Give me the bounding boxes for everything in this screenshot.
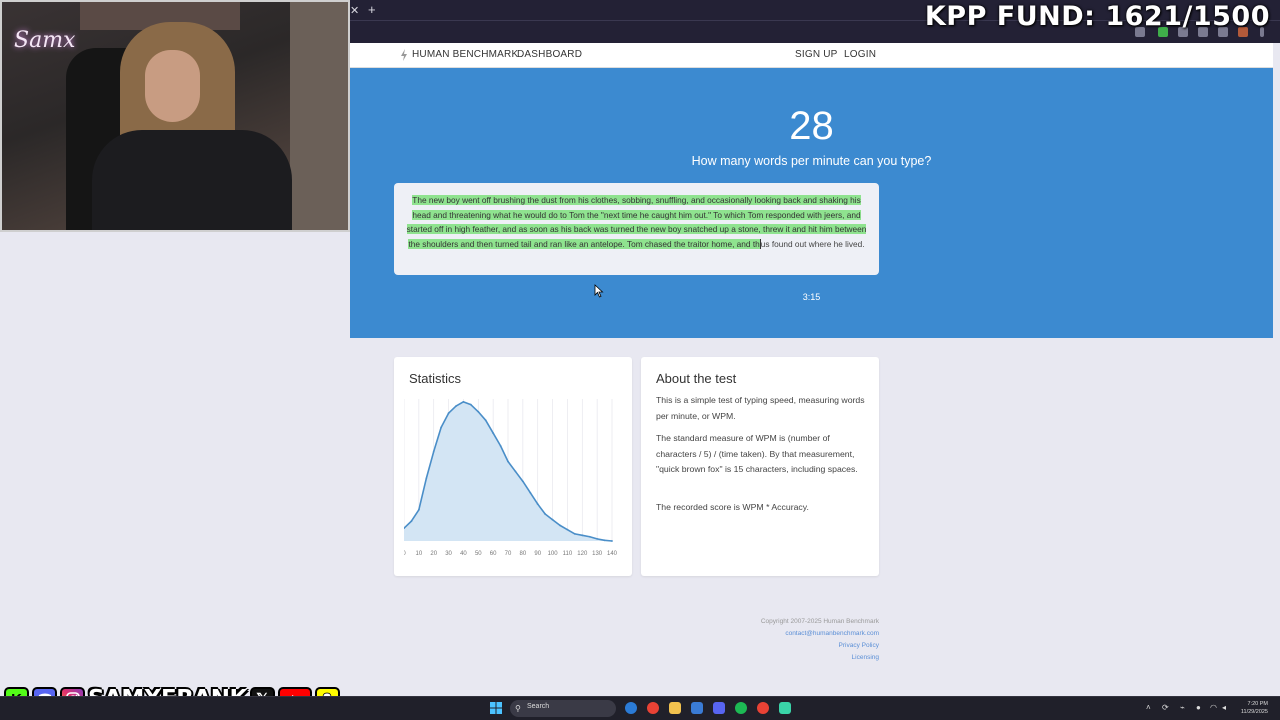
footer: Copyright 2007-2025 Human Benchmark cont… xyxy=(680,616,879,664)
chrome-icon[interactable] xyxy=(757,702,769,714)
x-tick-label: 60 xyxy=(490,551,497,557)
licensing-link[interactable]: Licensing xyxy=(680,652,879,664)
data-point xyxy=(499,444,502,447)
about-paragraph: This is a simple test of typing speed, m… xyxy=(656,395,865,421)
x-tick-label: 120 xyxy=(577,551,588,557)
wpm-score: 28 xyxy=(789,104,834,148)
data-point xyxy=(440,426,443,429)
about-paragraph: The standard measure of WPM is (number o… xyxy=(656,433,858,474)
data-point xyxy=(551,518,554,521)
remaining-text: us found out where he lived. xyxy=(760,238,865,249)
network-icon[interactable]: ⌁ xyxy=(1180,703,1185,712)
file-explorer-icon[interactable] xyxy=(669,702,681,714)
data-point xyxy=(514,470,517,473)
data-point xyxy=(447,412,450,415)
x-tick-label: 20 xyxy=(430,551,437,557)
data-point xyxy=(484,419,487,422)
data-point xyxy=(559,524,561,527)
data-point xyxy=(432,450,435,453)
sync-icon[interactable]: ⟳ xyxy=(1162,703,1169,712)
mouse-cursor-icon xyxy=(594,284,604,298)
data-point xyxy=(588,535,591,538)
lightning-bolt-icon xyxy=(401,49,407,61)
typing-test-area: 28 How many words per minute can you typ… xyxy=(350,68,1273,338)
about-title: About the test xyxy=(656,371,737,386)
brand-link[interactable]: HUMAN BENCHMARK xyxy=(412,49,518,60)
statistics-card: Statistics 0 10 20 30 40 50 60 70 80 90 100 110 120 1… xyxy=(394,357,632,576)
x-tick-label: 80 xyxy=(520,551,527,557)
typing-passage[interactable]: The new boy went off brushing the dust f… xyxy=(394,183,879,275)
x-tick-label: 30 xyxy=(445,551,452,557)
privacy-policy-link[interactable]: Privacy Policy xyxy=(680,640,879,652)
search-icon: ⚲ xyxy=(515,704,521,713)
data-point xyxy=(603,539,606,542)
statistics-title: Statistics xyxy=(409,371,462,386)
chevron-up-icon[interactable]: ˄ xyxy=(1146,703,1151,712)
data-point xyxy=(507,460,509,463)
x-tick-label: 40 xyxy=(460,551,467,557)
sign-up-link[interactable]: SIGN UP xyxy=(795,49,838,60)
tab-close-icon[interactable]: ✕ xyxy=(350,4,359,17)
store-icon[interactable] xyxy=(691,702,703,714)
data-point xyxy=(492,432,495,434)
data-point xyxy=(573,533,576,535)
data-point xyxy=(566,528,569,531)
taskbar-clock[interactable]: 7:20 PM 11/29/2025 xyxy=(1241,700,1268,716)
chrome-icon[interactable] xyxy=(647,702,659,714)
data-point xyxy=(425,477,428,480)
windows-start-icon[interactable] xyxy=(490,702,502,714)
fund-counter: KPP FUND: 1621/1500 xyxy=(924,1,1270,32)
data-point xyxy=(581,534,584,537)
x-tick-label: 130 xyxy=(592,551,603,557)
edge-icon[interactable] xyxy=(625,702,637,714)
data-point xyxy=(469,403,472,406)
data-point xyxy=(410,520,413,523)
timer: 3:15 xyxy=(802,292,821,302)
taskbar-time: 7:20 PM xyxy=(1247,701,1268,707)
data-point xyxy=(611,540,613,542)
copyright-text: Copyright 2007-2025 Human Benchmark xyxy=(760,618,879,625)
contact-link[interactable]: contact@humanbenchmark.com xyxy=(680,628,879,640)
dashboard-link[interactable]: DASHBOARD xyxy=(517,49,582,60)
data-point xyxy=(455,405,457,407)
taskbar: ⚲ Search ˄ ⟳ ⌁ ● ◠ ◂ 7:20 PM 11/29/2025 xyxy=(0,696,1280,720)
wifi-icon[interactable]: ◠ xyxy=(1210,703,1217,712)
x-tick-label: 90 xyxy=(534,551,541,557)
webcam-overlay: Samx xyxy=(0,0,350,232)
taskbar-search-label: Search xyxy=(527,703,550,710)
x-tick-label: 100 xyxy=(548,551,559,557)
data-point xyxy=(536,503,539,505)
x-tick-label: 50 xyxy=(475,551,482,557)
data-point xyxy=(521,480,524,483)
app-icon[interactable] xyxy=(779,702,791,714)
data-point xyxy=(529,491,532,494)
x-tick-label: 110 xyxy=(563,551,573,557)
data-point xyxy=(462,400,465,403)
about-paragraph: The recorded score is WPM * Accuracy. xyxy=(656,502,809,512)
volume-icon[interactable]: ◂ xyxy=(1222,703,1226,712)
data-point xyxy=(544,513,547,515)
taskbar-date: 11/29/2025 xyxy=(1240,709,1268,715)
about-card: About the test This is a simple test of … xyxy=(641,357,879,576)
x-tick-label: 70 xyxy=(505,551,512,557)
new-tab-icon[interactable]: + xyxy=(368,2,376,17)
x-tick-label: 0 xyxy=(404,551,406,557)
test-question: How many words per minute can you type? xyxy=(691,154,932,168)
webcam-frame xyxy=(0,0,350,232)
site-nav: HUMAN BENCHMARK DASHBOARD SIGN UP LOGIN xyxy=(350,43,1273,68)
discord-icon[interactable] xyxy=(713,702,725,714)
x-tick-label: 10 xyxy=(416,551,423,557)
microphone-icon[interactable]: ● xyxy=(1196,703,1201,712)
login-link[interactable]: LOGIN xyxy=(844,49,876,60)
data-point xyxy=(477,410,480,413)
data-point xyxy=(596,537,599,540)
spotify-icon[interactable] xyxy=(735,702,747,714)
wpm-distribution-chart: 0 10 20 30 40 50 60 70 80 90 100 110 120 130 140 xyxy=(404,399,618,557)
data-point xyxy=(417,508,420,511)
x-tick-label: 140 xyxy=(607,551,618,557)
taskbar-search[interactable]: ⚲ Search xyxy=(510,700,616,717)
